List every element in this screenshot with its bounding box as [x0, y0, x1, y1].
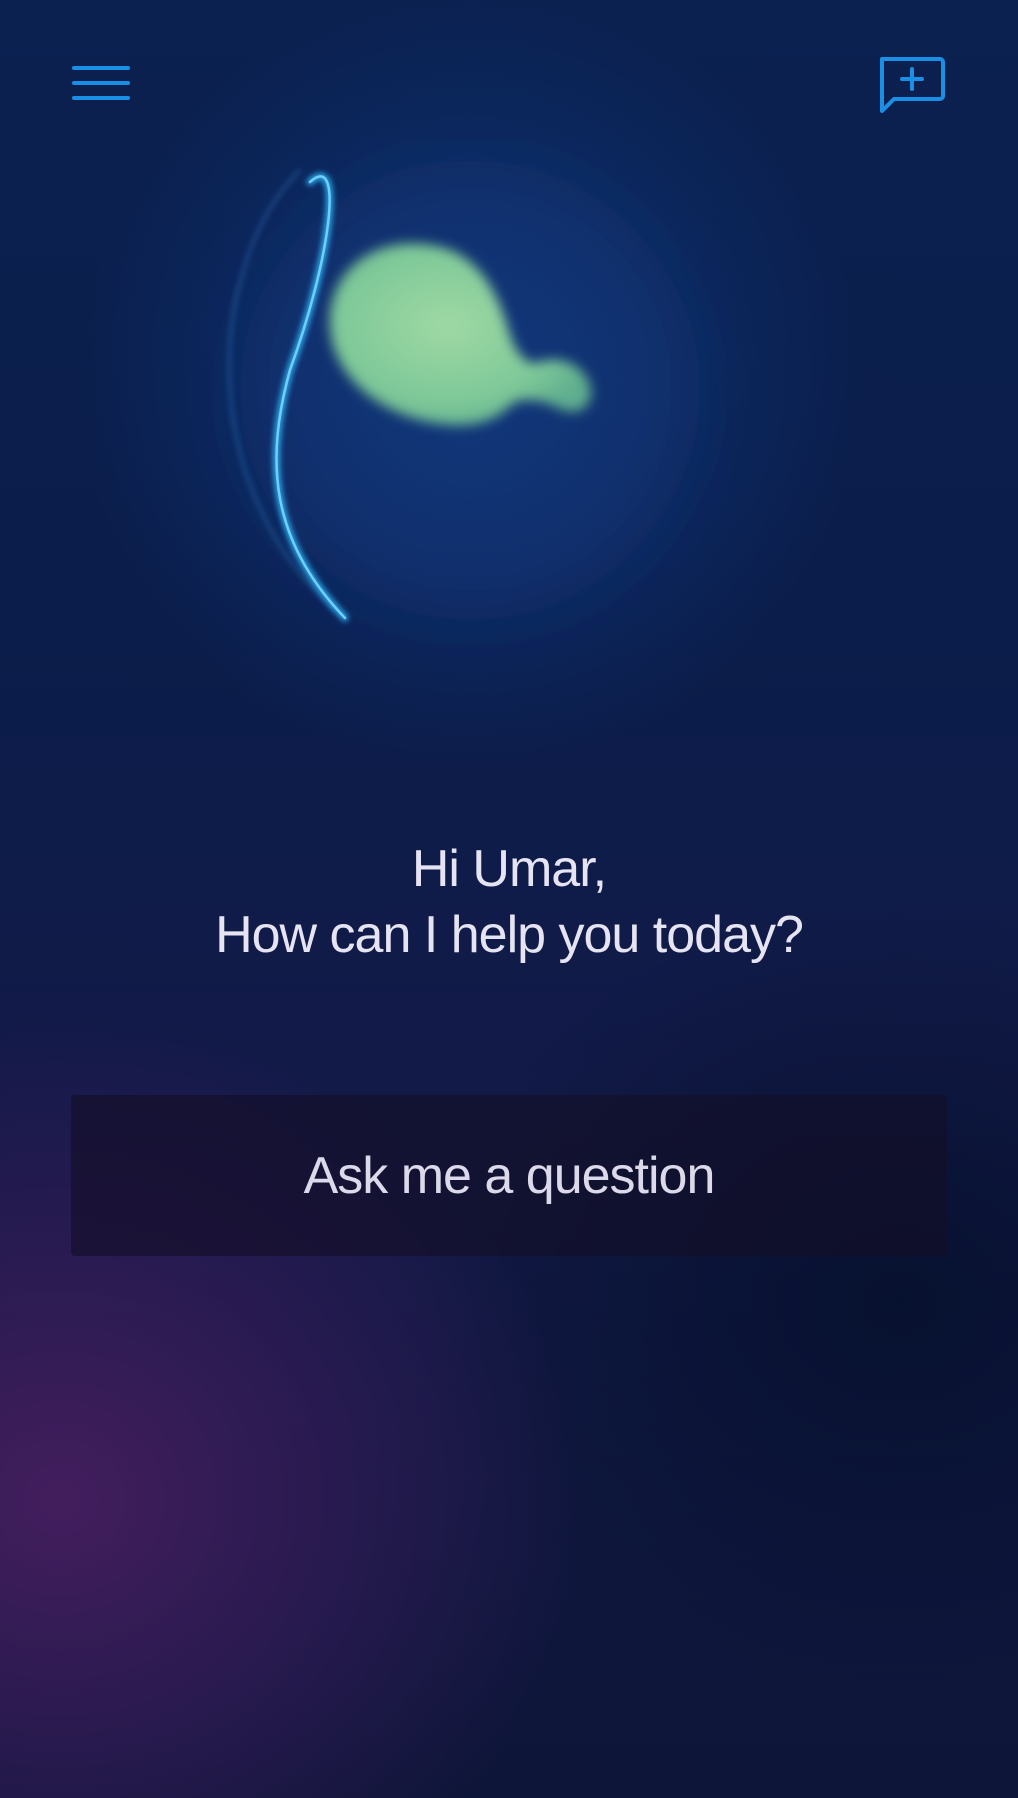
hamburger-menu-icon — [72, 66, 130, 100]
menu-button[interactable] — [60, 56, 140, 116]
ask-question-label: Ask me a question — [303, 1146, 716, 1205]
greeting-line-name: Hi Umar, — [411, 840, 607, 898]
new-chat-plus-bubble-icon — [880, 57, 945, 113]
new-conversation-button[interactable] — [868, 50, 948, 120]
assistant-orb-logo — [227, 160, 700, 622]
ask-question-button[interactable]: Ask me a question — [71, 1095, 947, 1256]
assistant-home-screen: Hi Umar, How can I help you today? Ask m… — [0, 0, 1018, 1798]
greeting-line-question: How can I help you today? — [215, 906, 804, 964]
greeting-message: Hi Umar, How can I help you today? — [0, 836, 1018, 968]
